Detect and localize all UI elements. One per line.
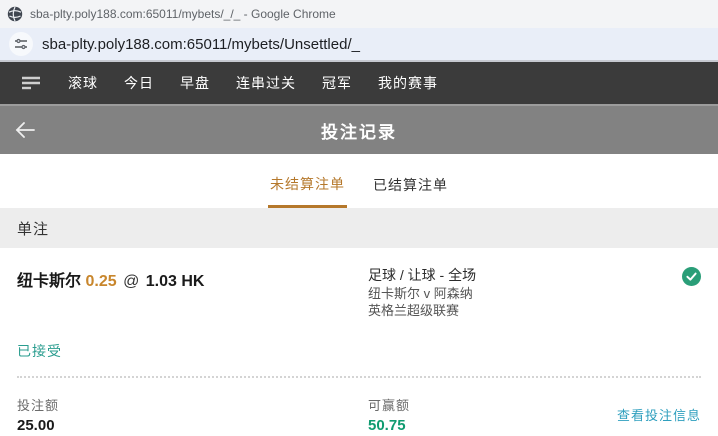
back-arrow-icon bbox=[14, 121, 36, 139]
nav-item-inplay[interactable]: 滚球 bbox=[68, 73, 98, 93]
url-text[interactable]: sba-plty.poly188.com:65011/mybets/Unsett… bbox=[42, 36, 360, 53]
address-bar[interactable]: sba-plty.poly188.com:65011/mybets/Unsett… bbox=[0, 28, 718, 62]
nav-item-early[interactable]: 早盘 bbox=[180, 73, 210, 93]
check-circle-icon bbox=[682, 267, 701, 286]
favicon-globe-icon bbox=[7, 6, 23, 22]
at-symbol: @ bbox=[123, 273, 140, 290]
win-label: 可赢额 bbox=[368, 398, 411, 413]
selection-name: 纽卡斯尔 bbox=[17, 273, 82, 290]
bet-main-row: 纽卡斯尔 0.25 @ 1.03 HK 足球 / 让球 - 全场 纽卡斯尔 v … bbox=[17, 267, 701, 319]
win-block: 可赢额 50.75 bbox=[368, 395, 617, 434]
event-label: 纽卡斯尔 v 阿森纳 bbox=[368, 286, 473, 301]
tab-settled[interactable]: 已结算注单 bbox=[371, 173, 450, 208]
bet-status-badge: 已接受 bbox=[17, 343, 62, 359]
site-info-button[interactable] bbox=[9, 32, 33, 56]
view-bet-details-link[interactable]: 查看投注信息 bbox=[617, 405, 701, 424]
stake-value: 25.00 bbox=[17, 417, 55, 434]
nav-item-outright[interactable]: 冠军 bbox=[322, 73, 352, 93]
bet-footer-row: 投注额 25.00 可赢额 50.75 查看投注信息 bbox=[17, 378, 701, 434]
section-title: 单注 bbox=[17, 220, 50, 238]
tune-icon bbox=[14, 37, 28, 51]
bet-card: 纽卡斯尔 0.25 @ 1.03 HK 足球 / 让球 - 全场 纽卡斯尔 v … bbox=[0, 248, 718, 434]
bet-history-tabs: 未结算注单 已结算注单 bbox=[0, 154, 718, 208]
league-label: 英格兰超级联赛 bbox=[368, 303, 460, 318]
bet-meta: 足球 / 让球 - 全场 纽卡斯尔 v 阿森纳 英格兰超级联赛 bbox=[368, 267, 679, 319]
odds-value: 1.03 HK bbox=[145, 273, 205, 290]
handicap-value: 0.25 bbox=[85, 273, 117, 290]
hamburger-menu-button[interactable] bbox=[22, 76, 42, 90]
window-title-bar: sba-plty.poly188.com:65011/mybets/_/_ - … bbox=[0, 0, 718, 28]
win-value: 50.75 bbox=[368, 417, 406, 434]
page-title: 投注记录 bbox=[321, 122, 397, 142]
page-header: 投注记录 bbox=[0, 106, 718, 154]
back-button[interactable] bbox=[10, 117, 40, 143]
nav-item-parlay[interactable]: 连串过关 bbox=[236, 73, 296, 93]
stake-label: 投注额 bbox=[17, 398, 60, 413]
nav-item-today[interactable]: 今日 bbox=[124, 73, 154, 93]
sports-nav-bar: 滚球 今日 早盘 连串过关 冠军 我的赛事 bbox=[0, 62, 718, 106]
section-header-single-bet: 单注 bbox=[0, 208, 718, 248]
nav-item-my-events[interactable]: 我的赛事 bbox=[378, 73, 438, 93]
hamburger-menu-icon bbox=[22, 76, 42, 90]
status-cell bbox=[679, 267, 701, 319]
bet-selection-line: 纽卡斯尔 0.25 @ 1.03 HK bbox=[17, 267, 368, 319]
tab-unsettled[interactable]: 未结算注单 bbox=[268, 173, 347, 208]
market-label: 足球 / 让球 - 全场 bbox=[368, 267, 477, 283]
window-title: sba-plty.poly188.com:65011/mybets/_/_ - … bbox=[30, 7, 336, 21]
stake-block: 投注额 25.00 bbox=[17, 395, 368, 434]
